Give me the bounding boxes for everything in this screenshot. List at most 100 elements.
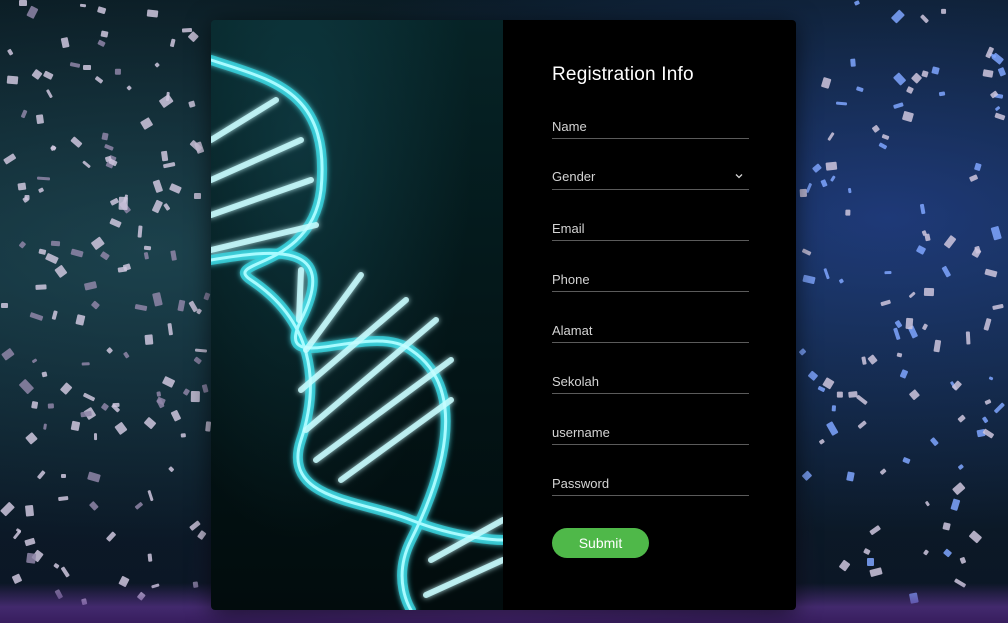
email-input[interactable] (552, 214, 749, 240)
confetti-piece (0, 501, 15, 517)
dna-illustration (211, 20, 503, 610)
confetti-piece (153, 61, 160, 68)
confetti-piece (893, 327, 901, 341)
confetti-piece (863, 548, 871, 556)
sekolah-field-wrapper (552, 367, 749, 394)
confetti-piece (192, 356, 202, 366)
confetti-piece (144, 334, 154, 346)
alamat-input[interactable] (552, 316, 749, 342)
dna-helix-image (211, 55, 503, 610)
confetti-piece (988, 376, 994, 382)
confetti-piece (801, 469, 813, 481)
confetti-piece (31, 400, 39, 409)
confetti-piece (981, 416, 989, 424)
confetti-piece (96, 5, 107, 14)
confetti-piece (891, 8, 906, 24)
confetti-piece (990, 226, 1002, 241)
confetti-piece (6, 48, 14, 56)
confetti-piece (70, 136, 82, 148)
confetti-piece (23, 538, 36, 547)
confetti-piece (924, 233, 931, 242)
name-input[interactable] (552, 112, 749, 138)
confetti-piece (167, 465, 175, 473)
confetti-piece (83, 280, 98, 291)
confetti-piece (188, 300, 198, 312)
confetti-piece (0, 302, 8, 308)
confetti-piece (817, 385, 826, 393)
confetti-piece (204, 421, 211, 433)
gender-select-value[interactable]: Gender (552, 163, 749, 189)
password-input[interactable] (552, 469, 749, 495)
confetti-piece (177, 299, 185, 312)
confetti-piece (90, 236, 106, 251)
confetti-piece (994, 105, 1001, 111)
confetti-piece (892, 102, 905, 109)
confetti-piece (896, 352, 902, 357)
confetti-piece (97, 39, 106, 48)
confetti-piece (825, 161, 838, 171)
confetti-piece (183, 388, 191, 397)
confetti-piece (197, 529, 207, 540)
username-input[interactable] (552, 418, 749, 444)
confetti-piece (802, 274, 817, 285)
confetti-piece (38, 187, 45, 194)
sekolah-input[interactable] (552, 367, 749, 393)
confetti-piece (170, 250, 177, 261)
confetti-piece (21, 109, 29, 119)
confetti-piece (79, 4, 86, 8)
confetti-piece (908, 290, 916, 298)
confetti-piece (99, 250, 110, 261)
confetti-piece (42, 70, 54, 81)
confetti-piece (69, 61, 81, 68)
confetti-piece (109, 217, 123, 228)
confetti-piece (866, 557, 874, 567)
confetti-piece (106, 347, 114, 355)
confetti-piece (60, 36, 70, 48)
confetti-piece (822, 268, 830, 280)
confetti-piece (943, 547, 953, 558)
confetti-piece (984, 268, 998, 278)
confetti-piece (46, 88, 54, 98)
confetti-piece (82, 361, 91, 366)
confetti-piece (921, 323, 929, 331)
submit-button[interactable]: Submit (552, 528, 649, 558)
confetti-piece (152, 179, 163, 194)
confetti-piece (50, 144, 58, 151)
confetti-piece (180, 433, 186, 439)
confetti-piece (36, 285, 47, 291)
confetti-piece (982, 69, 995, 79)
confetti-piece (830, 175, 836, 183)
confetti-piece (37, 176, 51, 181)
confetti-piece (25, 504, 35, 517)
confetti-piece (973, 245, 981, 254)
confetti-piece (959, 557, 967, 565)
phone-input[interactable] (552, 265, 749, 291)
confetti-piece (60, 566, 70, 578)
confetti-piece (855, 394, 868, 406)
confetti-piece (80, 410, 92, 417)
confetti-piece (939, 91, 946, 97)
confetti-piece (45, 253, 60, 265)
confetti-piece (100, 30, 109, 38)
confetti-piece (984, 399, 992, 406)
confetti-piece (831, 405, 836, 412)
confetti-piece (941, 8, 946, 14)
confetti-piece (941, 265, 952, 277)
confetti-piece (187, 100, 196, 108)
confetti-piece (51, 240, 61, 247)
confetti-piece (17, 182, 27, 191)
confetti-piece (41, 371, 48, 378)
confetti-piece (190, 391, 200, 403)
confetti-piece (899, 369, 909, 380)
confetti-piece (880, 299, 891, 306)
confetti-piece (801, 248, 811, 257)
confetti-piece (861, 356, 868, 366)
password-field-wrapper (552, 469, 749, 496)
confetti-piece (118, 196, 128, 210)
confetti-piece (103, 144, 114, 152)
confetti-piece (195, 348, 207, 353)
confetti-piece (879, 468, 887, 475)
confetti-piece (143, 416, 157, 430)
gender-select[interactable]: Gender (552, 163, 749, 190)
confetti-piece (0, 347, 16, 361)
